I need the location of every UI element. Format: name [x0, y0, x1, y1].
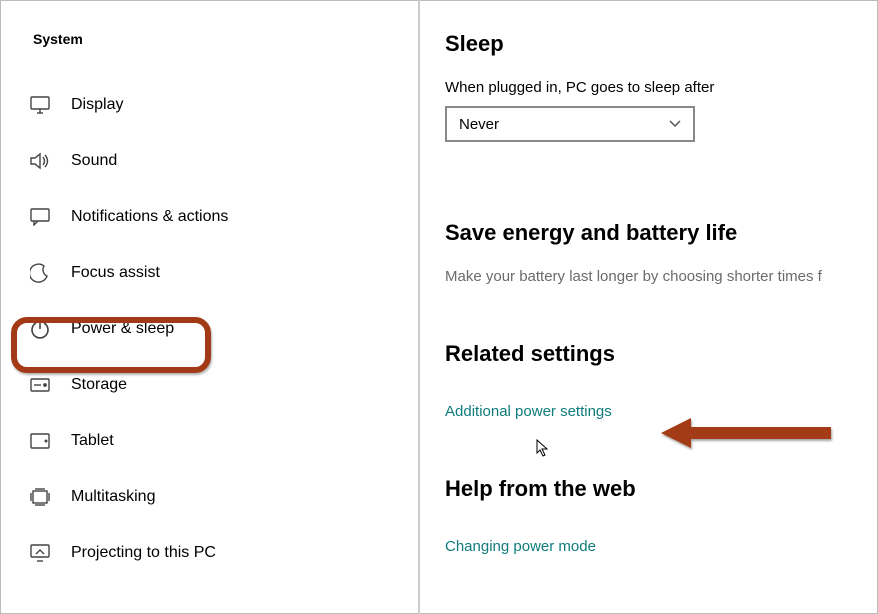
sidebar: System Display Sound: [1, 1, 419, 613]
chevron-down-icon: [669, 117, 681, 131]
sidebar-item-display[interactable]: Display: [1, 77, 418, 133]
sidebar-item-notifications[interactable]: Notifications & actions: [1, 189, 418, 245]
sidebar-item-label: Storage: [71, 376, 127, 394]
projecting-icon: [29, 542, 51, 564]
sleep-dropdown-value: Never: [459, 116, 499, 133]
sidebar-item-tablet[interactable]: Tablet: [1, 413, 418, 469]
section-help: Help from the web Changing power mode: [445, 476, 877, 555]
sleep-dropdown[interactable]: Never: [445, 106, 695, 142]
sidebar-item-power-sleep[interactable]: Power & sleep: [1, 301, 418, 357]
related-heading: Related settings: [445, 341, 877, 367]
sidebar-item-label: Power & sleep: [71, 320, 174, 338]
sound-icon: [29, 150, 51, 172]
sidebar-item-label: Multitasking: [71, 488, 155, 506]
help-heading: Help from the web: [445, 476, 877, 502]
sidebar-item-label: Tablet: [71, 432, 114, 450]
power-icon: [29, 318, 51, 340]
sidebar-list: Display Sound Notifications & actions: [1, 77, 418, 581]
sidebar-item-label: Sound: [71, 152, 117, 170]
section-related: Related settings Additional power settin…: [445, 341, 877, 420]
additional-power-settings-link[interactable]: Additional power settings: [445, 403, 612, 420]
sidebar-item-sound[interactable]: Sound: [1, 133, 418, 189]
sidebar-item-label: Display: [71, 96, 123, 114]
sidebar-item-label: Focus assist: [71, 264, 160, 282]
sidebar-item-label: Notifications & actions: [71, 208, 228, 226]
sleep-heading: Sleep: [445, 31, 877, 57]
sidebar-item-storage[interactable]: Storage: [1, 357, 418, 413]
section-energy: Save energy and battery life Make your b…: [445, 220, 877, 285]
multitasking-icon: [29, 486, 51, 508]
section-sleep: Sleep When plugged in, PC goes to sleep …: [445, 31, 877, 142]
changing-power-mode-link[interactable]: Changing power mode: [445, 538, 596, 555]
energy-desc: Make your battery last longer by choosin…: [445, 268, 877, 285]
sidebar-item-label: Projecting to this PC: [71, 544, 216, 562]
storage-icon: [29, 374, 51, 396]
tablet-icon: [29, 430, 51, 452]
sidebar-item-focus-assist[interactable]: Focus assist: [1, 245, 418, 301]
focus-assist-icon: [29, 262, 51, 284]
display-icon: [29, 94, 51, 116]
sidebar-item-projecting[interactable]: Projecting to this PC: [1, 525, 418, 581]
notifications-icon: [29, 206, 51, 228]
sidebar-item-multitasking[interactable]: Multitasking: [1, 469, 418, 525]
sidebar-title: System: [1, 1, 418, 77]
energy-heading: Save energy and battery life: [445, 220, 877, 246]
main-content: Sleep When plugged in, PC goes to sleep …: [419, 1, 877, 613]
sleep-field-label: When plugged in, PC goes to sleep after: [445, 79, 877, 96]
